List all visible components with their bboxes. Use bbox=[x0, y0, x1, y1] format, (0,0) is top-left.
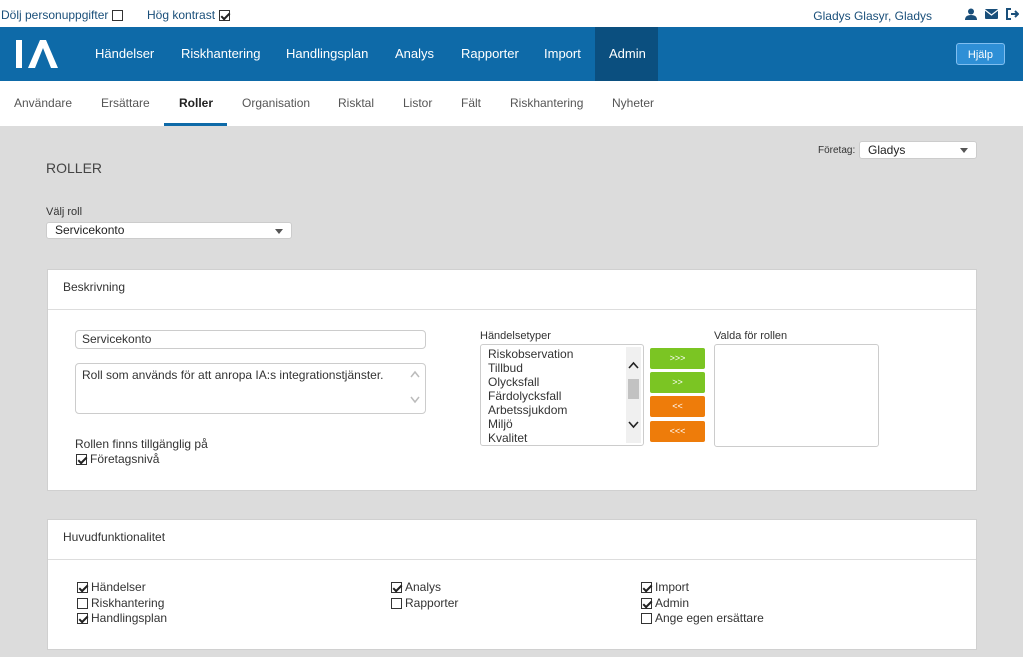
ia-logo[interactable] bbox=[14, 38, 62, 70]
event-types-label: Händelsetyper bbox=[480, 330, 551, 342]
availability-label: Rollen finns tillgänglig på bbox=[75, 437, 208, 451]
nav-import[interactable]: Import bbox=[530, 27, 595, 81]
tab-riskhantering[interactable]: Riskhantering bbox=[510, 96, 583, 110]
ange-egen-ersattare-label: Ange egen ersättare bbox=[655, 611, 764, 625]
handelser-checkbox[interactable] bbox=[77, 581, 88, 593]
import-label: Import bbox=[655, 580, 690, 594]
chevron-down-icon bbox=[960, 148, 968, 153]
company-select[interactable]: Gladys bbox=[859, 141, 977, 159]
availability-option[interactable]: Företagsnivå bbox=[76, 452, 159, 466]
remove-button[interactable]: << bbox=[650, 396, 705, 417]
list-item[interactable]: Miljö bbox=[481, 417, 643, 431]
high-contrast-label: Hög kontrast bbox=[147, 8, 216, 22]
import-checkbox[interactable] bbox=[641, 581, 652, 593]
perm-ange-egen-ersattare[interactable]: Ange egen ersättare bbox=[641, 611, 764, 625]
handlingsplan-checkbox[interactable] bbox=[77, 612, 88, 624]
ange-egen-ersattare-checkbox[interactable] bbox=[641, 612, 652, 624]
list-item[interactable]: Tillbud bbox=[481, 361, 643, 375]
main-functionality-panel: Huvudfunktionalitet bbox=[47, 519, 977, 650]
remove-all-button[interactable]: <<< bbox=[650, 421, 705, 442]
add-all-button[interactable]: >>> bbox=[650, 348, 705, 369]
perm-handlingsplan[interactable]: Handlingsplan bbox=[77, 611, 167, 625]
admin-subnav: Användare Ersättare Roller Organisation … bbox=[0, 81, 1023, 126]
event-types-list[interactable]: Riskobservation Tillbud Olycksfall Färdo… bbox=[480, 344, 644, 446]
chevron-up-icon[interactable] bbox=[628, 361, 639, 369]
main-nav: Händelser Riskhantering Handlingsplan An… bbox=[0, 27, 1023, 81]
role-label: Välj roll bbox=[46, 206, 83, 218]
role-value: Servicekonto bbox=[55, 223, 125, 237]
tab-roller[interactable]: Roller bbox=[179, 96, 213, 110]
main-functionality-header: Huvudfunktionalitet bbox=[48, 520, 976, 560]
list-item[interactable]: Färdolycksfall bbox=[481, 389, 643, 403]
chevron-down-icon[interactable] bbox=[628, 421, 639, 429]
nav-handlingsplan[interactable]: Handlingsplan bbox=[272, 27, 382, 81]
role-select[interactable]: Servicekonto bbox=[46, 222, 292, 239]
list-item[interactable]: Olycksfall bbox=[481, 375, 643, 389]
logout-icon[interactable] bbox=[1006, 8, 1019, 20]
list-item[interactable]: Kvalitet bbox=[481, 431, 643, 445]
list-item[interactable]: Arbetssjukdom bbox=[481, 403, 643, 417]
nav-rapporter[interactable]: Rapporter bbox=[447, 27, 533, 81]
high-contrast-checkbox[interactable] bbox=[219, 9, 231, 21]
company-label: Företag: bbox=[818, 145, 856, 156]
nav-riskhantering[interactable]: Riskhantering bbox=[167, 27, 275, 81]
handelser-label: Händelser bbox=[91, 580, 146, 594]
add-button[interactable]: >> bbox=[650, 372, 705, 393]
tab-anvandare[interactable]: Användare bbox=[14, 96, 72, 110]
perm-analys[interactable]: Analys bbox=[391, 580, 441, 594]
nav-admin[interactable]: Admin bbox=[595, 27, 658, 81]
role-name-input[interactable]: Servicekonto bbox=[75, 330, 426, 349]
rapporter-label: Rapporter bbox=[405, 596, 459, 610]
foretagsniva-label: Företagsnivå bbox=[90, 452, 160, 466]
handlingsplan-label: Handlingsplan bbox=[91, 611, 168, 625]
riskhantering-label: Riskhantering bbox=[91, 596, 165, 610]
perm-admin[interactable]: Admin bbox=[641, 596, 689, 610]
hide-personal-checkbox[interactable] bbox=[112, 9, 124, 21]
perm-riskhantering[interactable]: Riskhantering bbox=[77, 596, 164, 610]
scrollbar-thumb[interactable] bbox=[628, 379, 639, 399]
hide-personal-label: Dölj personuppgifter bbox=[1, 8, 109, 22]
analys-checkbox[interactable] bbox=[391, 581, 402, 593]
nav-analys[interactable]: Analys bbox=[381, 27, 448, 81]
scroll-up-icon[interactable] bbox=[410, 370, 420, 378]
tab-nyheter[interactable]: Nyheter bbox=[612, 96, 654, 110]
role-description-text: Roll som används för att anropa IA:s int… bbox=[82, 368, 384, 382]
active-tab-indicator bbox=[164, 123, 227, 126]
tab-organisation[interactable]: Organisation bbox=[242, 96, 310, 110]
tab-risktal[interactable]: Risktal bbox=[338, 96, 374, 110]
nav-handelser[interactable]: Händelser bbox=[81, 27, 168, 81]
admin-label: Admin bbox=[655, 596, 690, 610]
rapporter-checkbox[interactable] bbox=[391, 597, 402, 609]
role-description-textarea[interactable]: Roll som används för att anropa IA:s int… bbox=[75, 363, 426, 414]
list-scrollbar[interactable] bbox=[626, 347, 641, 443]
tab-ersattare[interactable]: Ersättare bbox=[101, 96, 150, 110]
hide-personal-option[interactable]: Dölj personuppgifter bbox=[1, 8, 124, 22]
tab-listor[interactable]: Listor bbox=[403, 96, 432, 110]
riskhantering-checkbox[interactable] bbox=[77, 597, 88, 609]
perm-rapporter[interactable]: Rapporter bbox=[391, 596, 458, 610]
top-bar: Dölj personuppgifter Hög kontrast Gladys… bbox=[0, 0, 1023, 27]
perm-import[interactable]: Import bbox=[641, 580, 689, 594]
scroll-down-icon[interactable] bbox=[410, 396, 420, 404]
foretagsniva-checkbox[interactable] bbox=[76, 453, 87, 465]
analys-label: Analys bbox=[405, 580, 442, 594]
perm-handelser[interactable]: Händelser bbox=[77, 580, 146, 594]
page-title: ROLLER bbox=[46, 160, 103, 176]
user-icon[interactable] bbox=[964, 8, 977, 20]
user-name-link[interactable]: Gladys Glasyr, Gladys bbox=[813, 9, 932, 23]
mail-icon[interactable] bbox=[985, 8, 998, 20]
description-header: Beskrivning bbox=[48, 270, 976, 310]
high-contrast-option[interactable]: Hög kontrast bbox=[147, 8, 231, 22]
list-item[interactable]: Riskobservation bbox=[481, 347, 643, 361]
company-value: Gladys bbox=[868, 143, 906, 157]
help-button[interactable]: Hjälp bbox=[955, 43, 1005, 65]
tab-falt[interactable]: Fält bbox=[461, 96, 481, 110]
chevron-down-icon bbox=[275, 229, 283, 234]
selected-label: Valda för rollen bbox=[714, 330, 788, 342]
selected-types-list[interactable] bbox=[714, 344, 879, 447]
admin-checkbox[interactable] bbox=[641, 597, 652, 609]
